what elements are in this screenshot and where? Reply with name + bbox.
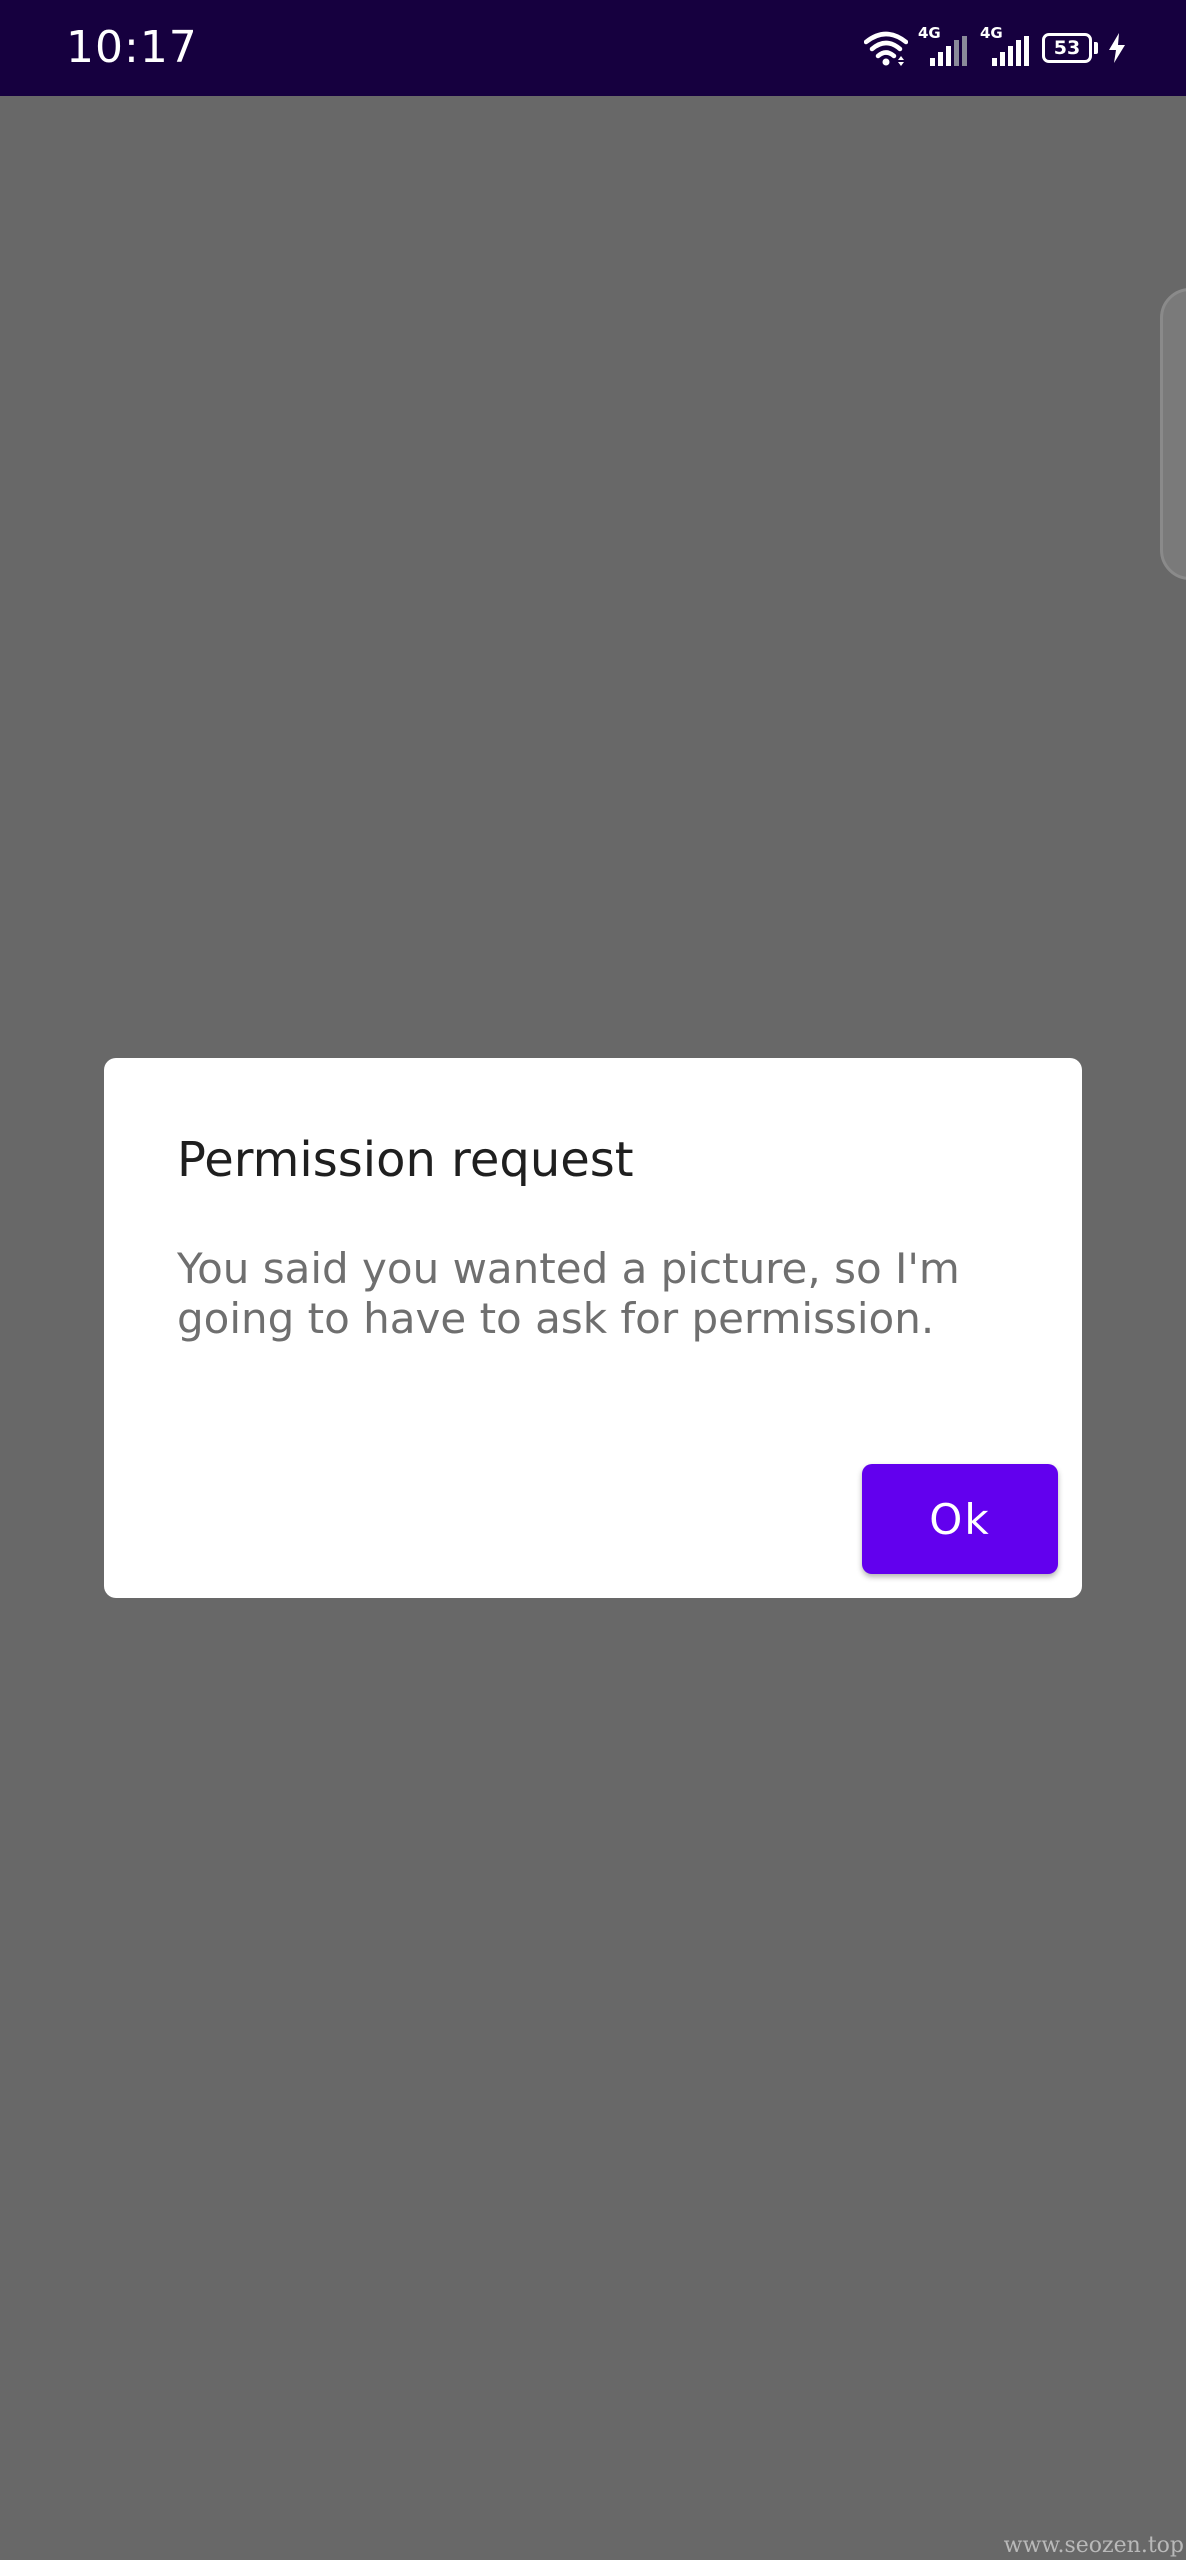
status-time: 10:17	[66, 22, 198, 73]
battery-level: 53	[1053, 37, 1081, 59]
signal-icon	[992, 36, 1030, 66]
dialog-title: Permission request	[177, 1132, 634, 1188]
cellular-1: 4G	[918, 26, 970, 70]
ok-button[interactable]: Ok	[862, 1464, 1058, 1574]
battery-tip	[1094, 42, 1098, 54]
battery-icon: 53	[1042, 33, 1092, 63]
cellular-2: 4G	[980, 26, 1032, 70]
signal-icon	[930, 36, 968, 66]
edge-panel-handle[interactable]	[1160, 288, 1186, 580]
status-bar: 10:17 4G 4G 53	[0, 0, 1186, 96]
wifi-icon	[864, 28, 908, 68]
watermark: www.seozen.top	[1003, 2533, 1184, 2558]
status-icons: 4G 4G 53	[864, 26, 1126, 70]
dialog-message: You said you wanted a picture, so I'm go…	[177, 1244, 960, 1343]
charging-icon	[1108, 33, 1126, 63]
permission-dialog: Permission request You said you wanted a…	[104, 1058, 1082, 1598]
